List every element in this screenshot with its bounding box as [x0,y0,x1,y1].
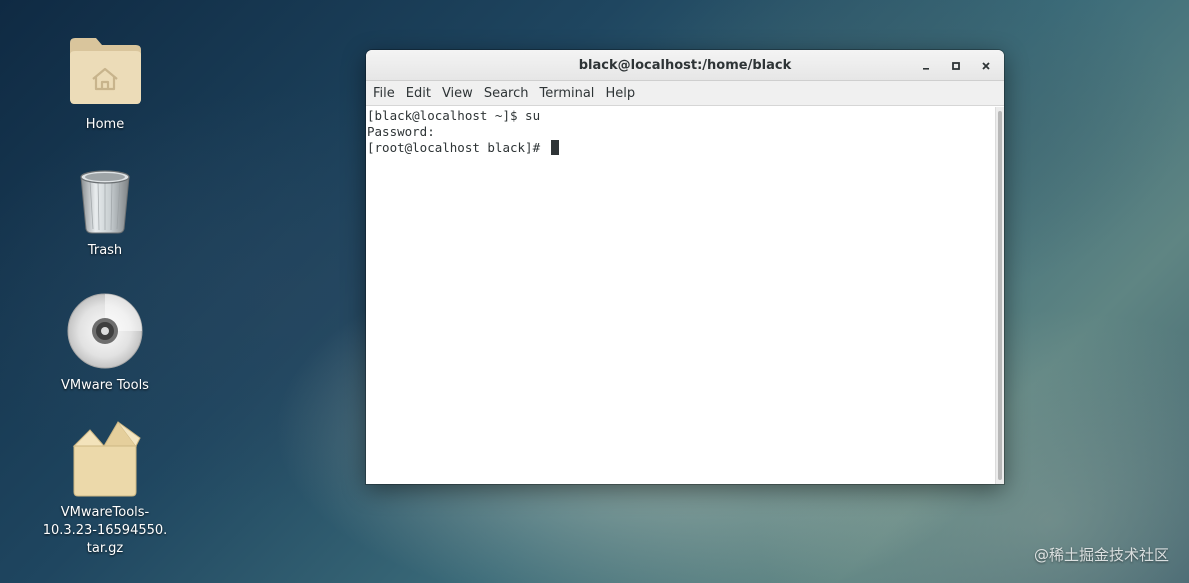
desktop-icon-label: VMware Tools [61,378,149,393]
terminal-prompt-line: [root@localhost black]# [367,139,994,156]
menubar: File Edit View Search Terminal Help [366,81,1004,106]
minimize-button[interactable] [914,54,938,78]
desktop-icon-label: Home [85,117,125,132]
menu-view[interactable]: View [437,86,478,101]
desktop-icon-vmware-tools[interactable]: VMware Tools [40,291,170,395]
desktop-icon-home[interactable]: Home [40,30,170,134]
minimize-icon [923,67,929,70]
trash-icon [65,166,145,236]
close-icon [982,61,990,70]
archive-package-icon [65,418,145,498]
window-controls [914,50,998,81]
window-title: black@localhost:/home/black [578,57,792,73]
maximize-button[interactable] [944,54,968,78]
terminal-line: Password: [367,123,435,139]
close-button[interactable] [974,54,998,78]
maximize-icon [952,61,960,70]
desktop-icon-trash[interactable]: Trash [40,166,170,260]
terminal-line: [black@localhost ~]$ su [367,108,541,123]
desktop-icon-label: VMwareTools- 10.3.23-16594550. tar.gz [42,505,168,556]
home-folder-icon [65,30,145,110]
terminal-prompt: [root@localhost black]# [367,139,548,155]
menu-terminal[interactable]: Terminal [534,86,599,101]
menu-search[interactable]: Search [479,86,534,101]
terminal-scrollbar[interactable] [995,107,1004,484]
desktop-icon-label: Trash [87,243,123,258]
terminal-window[interactable]: black@localhost:/home/black File Edit Vi… [366,50,1004,484]
terminal-output[interactable]: [black@localhost ~]$ su Password: [root@… [366,107,995,484]
window-titlebar[interactable]: black@localhost:/home/black [366,50,1004,81]
desktop-icon-vmwaretools-archive[interactable]: VMwareTools- 10.3.23-16594550. tar.gz [40,418,170,558]
text-cursor [550,139,559,155]
menu-file[interactable]: File [368,86,400,101]
menu-edit[interactable]: Edit [401,86,436,101]
scrollbar-thumb[interactable] [998,111,1002,480]
cd-disc-icon [65,291,145,371]
menu-help[interactable]: Help [600,86,640,101]
watermark: @稀土掘金技术社区 [1033,546,1169,564]
